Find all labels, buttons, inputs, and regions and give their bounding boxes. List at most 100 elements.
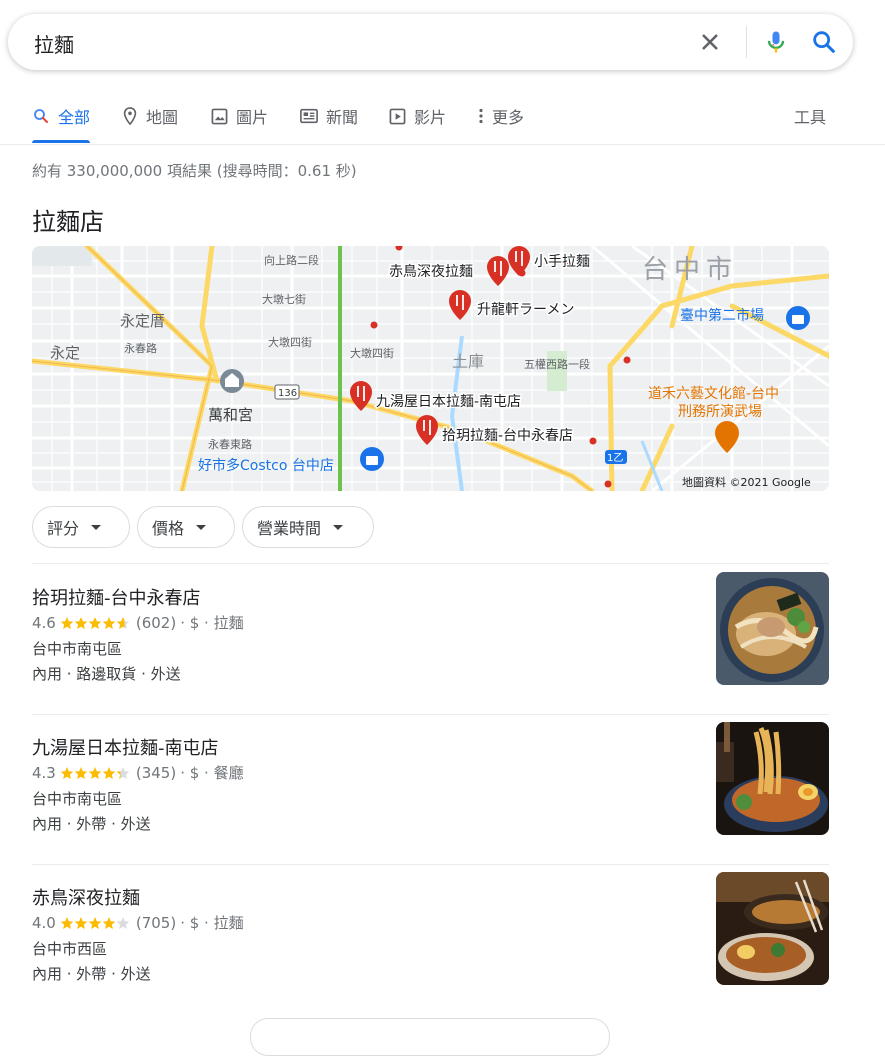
chevron-down-icon: [333, 524, 344, 530]
map-label: 刑務所演武場: [678, 404, 762, 420]
result-services: 內用 · 外帶 · 外送: [32, 965, 151, 983]
local-result-item[interactable]: 赤鳥深夜拉麵 4.0 (705) · $ · 拉麵 台中市西區 內用 · 外帶 …: [32, 872, 829, 999]
price-category: · $ · 餐廳: [180, 764, 244, 782]
map-label: 永春東路: [208, 437, 252, 451]
tab-label: 地圖: [146, 108, 179, 127]
price-category: · $ · 拉麵: [180, 614, 244, 632]
tab-videos[interactable]: 影片: [389, 104, 446, 128]
map-label: 大墩四街: [268, 335, 312, 349]
map-label: 臺中第二市場: [680, 307, 764, 324]
shopping-icon[interactable]: [786, 306, 810, 330]
news-icon: [300, 108, 318, 124]
local-pack-heading: 拉麵店: [32, 208, 104, 236]
divider: [32, 714, 829, 715]
route-badge: 136: [278, 388, 297, 399]
chevron-down-icon: [91, 524, 102, 530]
map-label: 五權西路一段: [524, 357, 590, 371]
map-label: 土庫: [452, 352, 484, 371]
tab-more[interactable]: 更多: [478, 104, 524, 128]
review-count: (602): [135, 613, 177, 632]
result-rating-row: 4.3 (345) · $ · 餐廳: [32, 762, 244, 783]
map-label: 大墩四街: [350, 346, 394, 360]
price-category: · $ · 拉麵: [180, 914, 244, 932]
star-icon: [60, 616, 74, 629]
result-stats: 約有 330,000,000 項結果 (搜尋時間：0.61 秒): [32, 162, 357, 180]
result-name[interactable]: 拾玥拉麵-台中永春店: [32, 584, 201, 610]
map-label: 永定: [50, 344, 80, 362]
more-vert-icon: [479, 108, 483, 124]
map-label: 台中市: [642, 255, 738, 285]
tab-maps[interactable]: 地圖: [122, 104, 178, 128]
star-icon: [102, 766, 116, 779]
star-icon: [116, 616, 130, 629]
map-attribution: 地圖資料 ©2021 Google: [682, 475, 811, 489]
tab-all[interactable]: 全部: [32, 104, 91, 143]
rating-score: 4.6: [32, 613, 56, 632]
ramen-photo[interactable]: [716, 872, 829, 985]
divider: [746, 26, 747, 58]
result-rating-row: 4.0 (705) · $ · 拉麵: [32, 912, 244, 933]
tab-images[interactable]: 圖片: [211, 104, 268, 128]
ramen-photo[interactable]: [716, 572, 829, 685]
star-icon: [116, 766, 130, 779]
local-result-item[interactable]: 九湯屋日本拉麵-南屯店 4.3 (345) · $ · 餐廳 台中市南屯區 內用…: [32, 722, 829, 849]
star-icon: [116, 916, 130, 929]
shopping-icon[interactable]: [360, 447, 384, 471]
result-name[interactable]: 赤鳥深夜拉麵: [32, 884, 140, 910]
result-rating-row: 4.6 (602) · $ · 拉麵: [32, 612, 244, 633]
star-icon: [102, 616, 116, 629]
tab-label: 圖片: [236, 108, 269, 127]
star-icon: [102, 916, 116, 929]
local-result-item[interactable]: 拾玥拉麵-台中永春店 4.6 (602) · $ · 拉麵 台中市南屯區 內用 …: [32, 572, 829, 699]
map-preview[interactable]: 台中市 永定厝 永定 永春路 萬和宮 永春東路 好市多Costco 台中店 向上…: [32, 246, 829, 491]
pin-label: 赤鳥深夜拉麵: [389, 264, 473, 280]
video-icon: [389, 108, 406, 124]
tab-label: 新聞: [326, 108, 359, 127]
map-label: 好市多Costco 台中店: [198, 457, 334, 474]
pin-label: 拾玥拉麵-台中永春店: [442, 428, 573, 444]
map-label: 永定厝: [120, 312, 165, 330]
close-icon[interactable]: [696, 28, 724, 56]
divider: [32, 864, 829, 865]
search-bar: 拉麵: [8, 14, 853, 70]
image-icon: [211, 108, 228, 124]
star-icon: [74, 916, 88, 929]
filter-rating-chip[interactable]: 評分: [32, 506, 130, 548]
search-icon: [34, 109, 48, 123]
chevron-down-icon: [196, 524, 207, 530]
result-address: 台中市南屯區: [32, 640, 123, 658]
rating-score: 4.3: [32, 763, 56, 782]
result-services: 內用 · 路邊取貨 · 外送: [32, 665, 181, 683]
star-icon: [60, 766, 74, 779]
search-input[interactable]: 拉麵: [34, 29, 74, 58]
chip-label: 價格: [152, 519, 185, 538]
search-icon[interactable]: [810, 28, 838, 56]
tab-news[interactable]: 新聞: [300, 104, 358, 128]
mic-icon[interactable]: [762, 28, 790, 56]
filter-price-chip[interactable]: 價格: [137, 506, 235, 548]
star-icon: [74, 766, 88, 779]
filter-hours-chip[interactable]: 營業時間: [242, 506, 374, 548]
star-icon: [74, 616, 88, 629]
divider: [32, 563, 829, 564]
chip-label: 營業時間: [257, 519, 322, 538]
ramen-photo[interactable]: [716, 722, 829, 835]
map-pin-icon: [123, 107, 137, 125]
landmark-icon: [220, 369, 244, 393]
star-rating: [60, 766, 130, 780]
map-label: 向上路二段: [264, 253, 319, 267]
result-address: 台中市南屯區: [32, 790, 123, 808]
result-name[interactable]: 九湯屋日本拉麵-南屯店: [32, 734, 219, 760]
result-services: 內用 · 外帶 · 外送: [32, 815, 151, 833]
tools-button[interactable]: 工具: [794, 104, 826, 128]
chip-label: 評分: [47, 519, 80, 538]
star-icon: [88, 916, 102, 929]
star-icon: [88, 766, 102, 779]
star-icon: [60, 916, 74, 929]
pin-label: 升龍軒ラーメン: [477, 301, 574, 318]
tab-label: 影片: [414, 108, 447, 127]
rating-score: 4.0: [32, 913, 56, 932]
map-label: 永春路: [124, 341, 157, 355]
result-address: 台中市西區: [32, 940, 108, 958]
route-badge: 1乙: [607, 452, 623, 464]
